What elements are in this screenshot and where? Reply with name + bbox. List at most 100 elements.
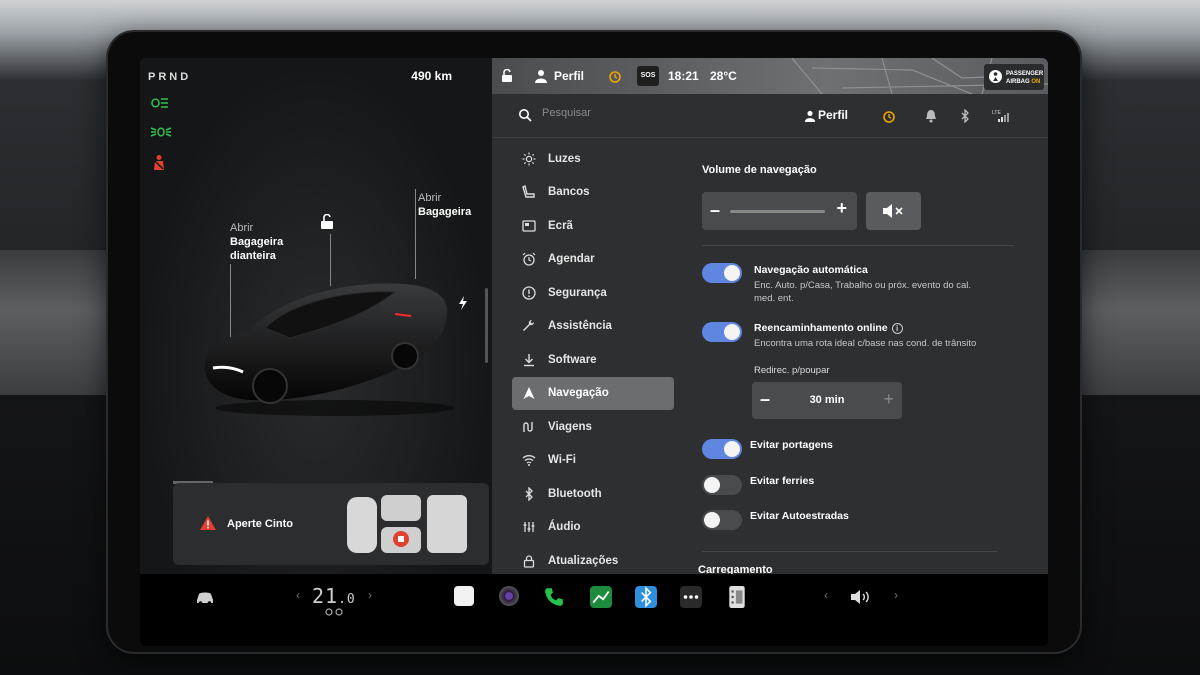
section-divider	[702, 551, 998, 552]
settings-profile-button[interactable]: Perfil	[818, 108, 848, 122]
range-display: 490 km	[411, 69, 452, 83]
auto-navigation-toggle[interactable]	[702, 263, 742, 283]
front-trunk-line2: Bagageira	[230, 236, 284, 248]
menu-item-ecra[interactable]: Ecrã	[512, 209, 674, 243]
section-divider	[702, 245, 1014, 246]
toggle-knob	[724, 265, 740, 281]
speaker-icon[interactable]	[850, 589, 872, 605]
profile-icon	[535, 70, 547, 83]
more-apps-icon[interactable]	[680, 586, 702, 608]
auto-navigation-desc-line1: Enc. Auto. p/Casa, Trabalho ou próx. eve…	[754, 280, 972, 291]
menu-item-software[interactable]: Software	[512, 343, 674, 377]
airbag-icon	[989, 70, 1002, 83]
cabin-temperature: 21.0	[312, 584, 356, 608]
volume-up-button[interactable]: +	[836, 198, 847, 219]
airbag-state: ON	[1031, 79, 1041, 85]
alarm-clock-icon[interactable]	[882, 109, 896, 123]
menu-item-label: Luzes	[548, 152, 581, 165]
menu-item-seguranca[interactable]: Segurança	[512, 276, 674, 310]
auto-navigation-description: Enc. Auto. p/Casa, Trabalho ou próx. eve…	[754, 279, 971, 305]
trips-icon	[523, 421, 533, 432]
bell-icon[interactable]	[924, 109, 938, 123]
menu-item-label: Navegação	[548, 387, 609, 400]
rear-trunk-line2: Bagageira	[418, 206, 472, 218]
stepper-increment-button[interactable]: +	[883, 389, 894, 410]
menu-item-label: Bancos	[548, 186, 590, 199]
toggle-knob	[724, 324, 740, 340]
redirect-label: Redirec. p/poupar	[754, 365, 830, 376]
phone-icon[interactable]	[543, 586, 565, 608]
passenger-airbag-indicator: PASSENGER AIRBAG ON	[984, 64, 1044, 90]
info-icon[interactable]: i	[891, 322, 903, 334]
avoid-highways-label: Evitar Autoestradas	[750, 510, 849, 522]
bluetooth-app-icon[interactable]	[635, 586, 657, 608]
car-icon[interactable]	[194, 586, 216, 608]
menu-item-label: Software	[548, 353, 597, 366]
redirect-time-stepper[interactable]: – 30 min +	[752, 382, 902, 419]
volume-track[interactable]	[730, 210, 825, 213]
volume-title: Volume de navegação	[702, 164, 817, 176]
sos-button[interactable]: SOS	[637, 66, 659, 86]
volume-up-icon[interactable]: ›	[894, 588, 898, 602]
lock-status-icon[interactable]	[500, 69, 514, 83]
media-app-icon[interactable]	[454, 586, 474, 606]
bottom-dock: ‹ 21.0 › ‹ ›	[140, 574, 1048, 646]
camera-icon[interactable]	[499, 586, 519, 606]
menu-item-bancos[interactable]: Bancos	[512, 176, 674, 210]
volume-down-icon[interactable]: ‹	[824, 588, 828, 602]
avoid-highways-toggle[interactable]	[702, 510, 742, 530]
seat-icon	[522, 185, 535, 198]
menu-item-audio[interactable]: Áudio	[512, 511, 674, 545]
seat-heater-icon[interactable]	[325, 608, 343, 616]
auto-navigation-title: Navegação automática	[754, 264, 868, 276]
avoid-tolls-toggle[interactable]	[702, 439, 742, 459]
menu-item-label: Assistência	[548, 320, 612, 333]
menu-item-bluetooth[interactable]: Bluetooth	[512, 477, 674, 511]
menu-item-atualizacoes[interactable]: Atualizações	[512, 544, 674, 578]
open-rear-trunk-button[interactable]: Abrir Bagageira	[418, 191, 471, 219]
alert-message: Aperte Cinto	[227, 518, 293, 530]
wifi-icon	[522, 455, 536, 467]
alert-circle-icon	[522, 286, 536, 300]
touchscreen: PRND 490 km Abrir Bagageira dianteira Ab…	[140, 58, 1048, 646]
low-beam-icon	[150, 96, 170, 115]
warning-triangle-icon	[200, 516, 216, 530]
menu-item-viagens[interactable]: Viagens	[512, 410, 674, 444]
open-front-trunk-button[interactable]: Abrir Bagageira dianteira	[230, 221, 283, 263]
alarm-clock-icon[interactable]	[608, 69, 622, 83]
search-icon	[519, 109, 532, 122]
energy-graph-icon[interactable]	[590, 586, 612, 608]
status-bar: Perfil SOS 18:21 28°C PASSENGER AIRBAG O…	[492, 58, 1048, 94]
download-icon	[524, 353, 534, 366]
manual-icon[interactable]	[726, 586, 748, 608]
mute-button[interactable]	[866, 192, 921, 230]
outside-temperature: 28°C	[710, 69, 737, 83]
fog-light-icon	[150, 125, 172, 144]
menu-item-luzes[interactable]: Luzes	[512, 142, 674, 176]
avoid-ferries-toggle[interactable]	[702, 475, 742, 495]
navigation-volume-slider[interactable]: – +	[702, 192, 857, 230]
rear-trunk-pointer	[415, 189, 416, 279]
menu-item-label: Áudio	[548, 521, 581, 534]
menu-item-agendar[interactable]: Agendar	[512, 243, 674, 277]
temperature-up-icon[interactable]: ›	[368, 588, 372, 602]
menu-item-assistencia[interactable]: Assistência	[512, 310, 674, 344]
menu-item-navegacao[interactable]: Navegação	[512, 376, 674, 410]
menu-item-wifi[interactable]: Wi-Fi	[512, 444, 674, 478]
profile-icon	[804, 110, 816, 122]
vehicle-panel: PRND 490 km Abrir Bagageira dianteira Ab…	[140, 58, 492, 574]
online-rerouting-toggle[interactable]	[702, 322, 742, 342]
settings-search-input[interactable]	[542, 107, 742, 119]
profile-button[interactable]: Perfil	[554, 69, 584, 83]
charge-port-icon[interactable]	[458, 296, 468, 313]
bluetooth-icon[interactable]	[958, 109, 972, 123]
temperature-decimal: .0	[338, 592, 356, 607]
avoid-tolls-label: Evitar portagens	[750, 439, 833, 451]
lock-icon	[523, 555, 535, 568]
temperature-down-icon[interactable]: ‹	[296, 588, 300, 602]
unlock-icon[interactable]	[320, 214, 334, 230]
svg-text:LTE: LTE	[992, 110, 1001, 116]
volume-down-button[interactable]: –	[710, 200, 720, 221]
menu-item-label: Wi-Fi	[548, 454, 576, 467]
seatbelt-alert-card[interactable]: Aperte Cinto	[173, 483, 489, 565]
